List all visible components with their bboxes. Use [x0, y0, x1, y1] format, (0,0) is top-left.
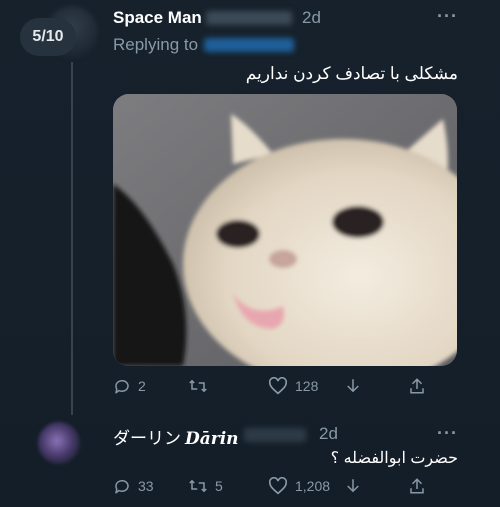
more-options-icon[interactable]: ···: [437, 423, 458, 444]
like-button[interactable]: 1,208: [268, 477, 330, 495]
like-count: 128: [295, 378, 319, 394]
tweet-text: مشکلی با تصادف کردن نداریم: [245, 64, 458, 83]
reply-count: 2: [138, 378, 146, 394]
tweet-timestamp[interactable]: 2d: [319, 424, 338, 444]
tweet-text: حضرت ابوالفضله ؟: [330, 450, 458, 467]
reply-button[interactable]: 2: [113, 377, 146, 395]
redacted-handle: [244, 428, 306, 442]
share-icon: [410, 478, 424, 494]
share-button[interactable]: [408, 377, 426, 395]
tweet-timestamp[interactable]: 2d: [302, 8, 321, 28]
download-icon: [347, 379, 359, 393]
retweet-count: 5: [215, 478, 223, 494]
page-indicator-badge: 5/10: [20, 18, 76, 56]
heart-icon: [268, 477, 288, 495]
retweet-button[interactable]: 5: [188, 477, 223, 495]
redacted-reply-handle[interactable]: [204, 38, 294, 52]
avatar[interactable]: [38, 422, 80, 464]
retweet-button[interactable]: [188, 377, 215, 395]
tweet-author-name[interactable]: ダーリン Dārin: [113, 424, 239, 449]
reply-icon: [115, 479, 129, 494]
heart-icon: [268, 377, 288, 395]
author-name-japanese: ダーリン: [113, 429, 181, 448]
author-name-latin: Dārin: [185, 429, 239, 449]
replying-to-label: Replying to: [113, 35, 199, 54]
download-button[interactable]: [344, 377, 362, 395]
share-button[interactable]: [408, 477, 426, 495]
retweet-icon: [189, 379, 207, 393]
thread-connector-line: [71, 62, 73, 415]
reply-button[interactable]: 33: [113, 477, 154, 495]
redacted-handle: [206, 11, 292, 25]
more-options-icon[interactable]: ···: [437, 6, 458, 27]
tweet-author-name[interactable]: Space Man: [113, 8, 202, 28]
reply-count: 33: [138, 478, 154, 494]
tweet-media-image[interactable]: [113, 94, 457, 366]
download-button[interactable]: [344, 477, 362, 495]
like-button[interactable]: 128: [268, 377, 318, 395]
reply-icon: [115, 379, 129, 394]
download-icon: [347, 479, 359, 493]
retweet-icon: [189, 479, 207, 493]
cat-photo: [113, 94, 457, 366]
share-icon: [410, 378, 424, 394]
like-count: 1,208: [295, 478, 331, 494]
